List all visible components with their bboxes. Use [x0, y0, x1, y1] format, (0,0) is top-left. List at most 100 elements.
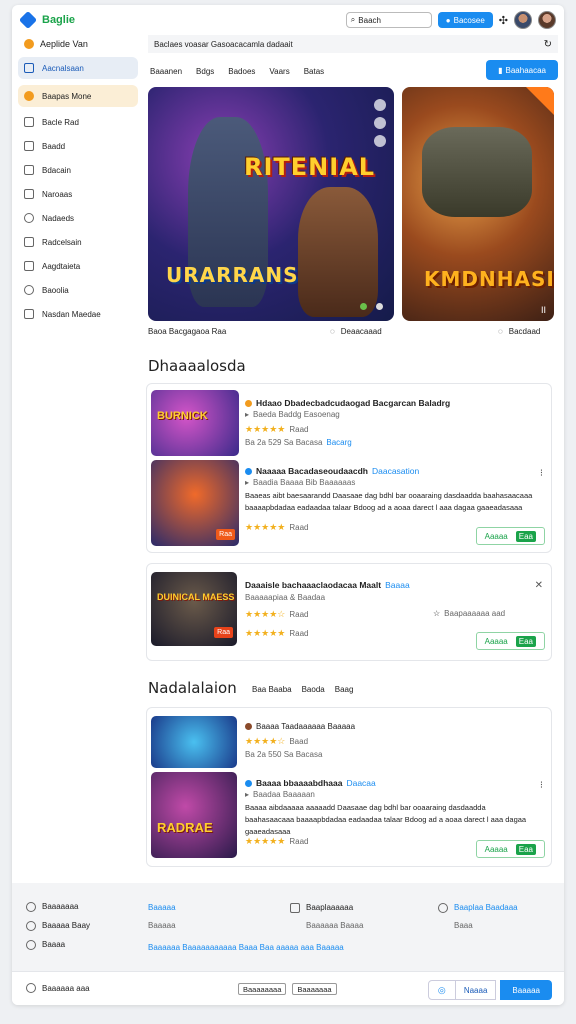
hero-banner-right[interactable]: KMDNHASI II [402, 87, 554, 321]
tag-2[interactable]: Baag [335, 685, 354, 694]
sidebar-item-4[interactable]: Bdacain [18, 159, 138, 181]
sidebar-item-5[interactable]: Naroaas [18, 183, 138, 205]
primary-button[interactable]: Baaaaa [500, 980, 552, 1000]
bookmark-icon: ▮ [498, 65, 503, 75]
clock-icon [24, 285, 34, 295]
hero-title: RITENIAL [244, 153, 376, 181]
cta-button[interactable]: ▮ Baahaacaa [486, 60, 558, 80]
game-thumbnail[interactable] [151, 716, 237, 768]
lock-icon: ● [445, 15, 451, 25]
game-title[interactable]: Daaaisle bachaaaclaodacaa Maalt Baaaa [245, 580, 410, 590]
tag-1[interactable]: Baoda [302, 685, 325, 694]
avatar-secondary[interactable] [538, 11, 556, 29]
sidebar-item-2[interactable]: Bacle Rad [18, 111, 138, 133]
section-title: Dhaaaalosda [148, 357, 246, 375]
hero-title-right: KMDNHASI [424, 267, 554, 291]
hero-caption-right[interactable]: ◌ Bacdaad [498, 327, 540, 336]
favorite-toggle[interactable]: ☆ Baapaaaaaa aad [433, 609, 505, 618]
folder-icon [24, 309, 34, 319]
game-card: Baaaa Taadaaaaaa Baaaaa ★★★★☆ Baad Ba 2a… [146, 707, 552, 867]
game-description: Baaaa aibdaaaaa aaaaadd Daasaae dag bdhl… [245, 803, 527, 836]
secondary-button[interactable]: Naaaa [455, 980, 497, 1000]
sidebar-item-9[interactable]: Baoolia [18, 279, 138, 301]
game-thumbnail[interactable]: BURNICK [151, 390, 239, 456]
tab-0[interactable]: Baaanen [150, 67, 182, 76]
verified-icon [245, 467, 252, 475]
pen-icon [24, 63, 34, 73]
install-button[interactable]: Aaaaa Eaa [475, 840, 545, 858]
footer-link-line[interactable]: Baaaaaa Baaaaaaaaaaa Baaa Baa aaaaa aaa … [148, 943, 344, 952]
rating: ★★★★☆ Baad [245, 736, 309, 746]
game-description: Baaeas aibt baesaarandd Daasaae dag bdhl… [245, 491, 533, 512]
star-rating-icon: ★★★★★ [245, 628, 286, 638]
sidebar-item-10[interactable]: Nasdan Maedae [18, 303, 138, 325]
settings-icon [24, 261, 34, 271]
inbox-icon [24, 165, 34, 175]
star-outline-icon: ☆ [433, 609, 441, 618]
search-placeholder: Baach [358, 15, 381, 25]
game-title[interactable]: Baaaa bbaaaabdhaaa Daacaa [245, 778, 376, 788]
tab-bar: Baaanen Bdgs Badoes Vaars Batas ▮ Baahaa… [148, 60, 558, 82]
footer-link[interactable]: Baaaa [26, 935, 90, 954]
footer-col-3: Baaplaaaaaa Baaaaaa Baaaa [290, 903, 363, 930]
rating: ★★★★★ Raad [245, 522, 309, 532]
flag-icon: ▸ [245, 790, 250, 799]
game-card: BURNICK Hdaao Dbadecbadcudaogad Bacgarca… [146, 383, 552, 553]
section-tags: Baa Baaba Baoda Baag [252, 685, 353, 694]
tab-1[interactable]: Bdgs [196, 67, 214, 76]
top-bar: Baglie ⌕ Baach ● Bacosee ✣ [12, 5, 564, 35]
game-thumbnail[interactable]: RADRAE [151, 772, 237, 858]
game-title[interactable]: Baaaa Taadaaaaaa Baaaaa [245, 722, 355, 731]
install-button[interactable]: Aaaaa Eaa [475, 632, 545, 650]
expand-icon[interactable] [374, 99, 386, 111]
sidebar-header[interactable]: Aeplide Van [18, 35, 138, 53]
info-icon[interactable] [374, 135, 386, 147]
tab-4[interactable]: Batas [304, 67, 324, 76]
bottom-mini-buttons: Baaaaaaaa Baaaaaaa [238, 983, 337, 995]
star-rating-icon: ★★★★☆ [245, 736, 286, 746]
app-icon [24, 39, 34, 49]
tag-0[interactable]: Baa Baaba [252, 685, 292, 694]
game-title[interactable]: Hdaao Dbadecbadcudaogad Bacgarcan Baladr… [245, 398, 450, 408]
sidebar-item-7[interactable]: Radcelsain [18, 231, 138, 253]
footer-link[interactable]: Baaaaa Baay [26, 916, 90, 935]
help-icon [26, 901, 36, 912]
primary-action-button[interactable]: ● Bacosee [437, 12, 493, 28]
game-thumbnail[interactable]: Raa [151, 460, 239, 546]
game-thumbnail[interactable]: DUINICAL MAESS Raa [151, 572, 237, 646]
refresh-icon[interactable]: ◎ [427, 980, 456, 1000]
footer-col-2: Baaaaa Baaaaa [148, 903, 176, 930]
install-button[interactable]: Aaaaa Eaa [475, 527, 545, 545]
mini-button[interactable]: Baaaaaaa [292, 983, 337, 995]
mini-button[interactable]: Baaaaaaaa [238, 983, 287, 995]
game-title[interactable]: Naaaaa Bacadaseoudaacdh Daacasation [245, 466, 419, 476]
bottom-left-link[interactable]: Baaaaaa aaa [26, 983, 90, 993]
close-icon[interactable]: ✕ [535, 580, 543, 591]
star-rating-icon: ★★★★☆ [245, 609, 286, 619]
footer-link[interactable]: Baaaaaaa [26, 897, 90, 916]
sidebar-item-1[interactable]: Baapas Mone [18, 85, 138, 107]
star-rating-icon: ★★★★★ [245, 424, 286, 434]
tab-3[interactable]: Vaars [269, 67, 289, 76]
search-input[interactable]: ⌕ Baach [345, 12, 432, 28]
comment-icon: ◌ [498, 327, 503, 336]
sidebar-item-3[interactable]: Baadd [18, 135, 138, 157]
bottom-actions: ◎ Naaaa Baaaaa [427, 980, 552, 1000]
tab-2[interactable]: Badoes [228, 67, 255, 76]
sidebar-item-0[interactable]: Aacnalsaan [18, 57, 138, 79]
hero-banner-left[interactable]: RITENIAL URARRANS [148, 87, 394, 321]
share-icon[interactable] [374, 117, 386, 129]
hero-caption-mid[interactable]: ◌ Deaacaaad [330, 327, 382, 336]
indicator-icon [360, 303, 367, 310]
sidebar-item-6[interactable]: Nadaeds [18, 207, 138, 229]
avatar[interactable] [514, 11, 532, 29]
more-icon[interactable]: ⁝ [540, 780, 543, 791]
home-icon [24, 117, 34, 127]
globe-icon [24, 213, 34, 223]
sparkle-icon[interactable]: ✣ [499, 14, 508, 27]
refresh-icon[interactable]: ↻ [544, 39, 552, 50]
sidebar-item-8[interactable]: Aagdtaieta [18, 255, 138, 277]
pause-icon[interactable]: II [541, 305, 546, 315]
more-icon[interactable]: ⁝ [540, 468, 543, 479]
message-icon [290, 903, 300, 913]
